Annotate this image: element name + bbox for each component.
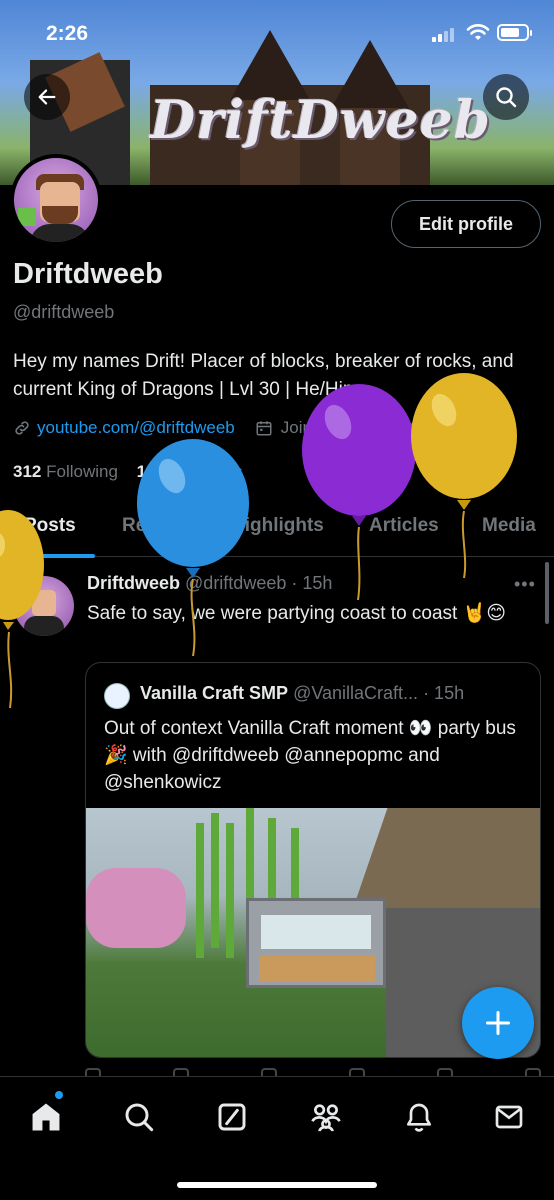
quoted-post-time: · 15h bbox=[423, 683, 465, 703]
image-bamboo bbox=[211, 813, 219, 948]
post-time: · 15h bbox=[291, 573, 333, 593]
plus-icon bbox=[485, 1010, 511, 1036]
post-avatar-body bbox=[24, 616, 64, 636]
search-button[interactable] bbox=[483, 74, 529, 120]
active-tab-indicator bbox=[0, 554, 95, 558]
tab-articles[interactable]: Articles bbox=[369, 515, 439, 537]
nav-home[interactable] bbox=[24, 1095, 68, 1139]
image-bamboo bbox=[226, 823, 234, 958]
calendar-icon bbox=[256, 421, 272, 436]
wifi-icon bbox=[466, 24, 490, 40]
like-icon[interactable] bbox=[261, 1068, 277, 1076]
arrow-left-icon bbox=[38, 89, 56, 105]
avatar-body bbox=[30, 224, 90, 242]
tab-highlights[interactable]: Highlights bbox=[231, 515, 324, 537]
quoted-author-avatar bbox=[104, 683, 130, 709]
back-button[interactable] bbox=[24, 74, 70, 120]
tab-posts[interactable]: Posts bbox=[24, 515, 76, 537]
bookmark-icon[interactable] bbox=[437, 1068, 453, 1076]
grok-icon bbox=[218, 1103, 246, 1131]
image-party-bus bbox=[246, 898, 386, 988]
profile-follow-counts: 312 Following 136 Followers bbox=[13, 462, 243, 482]
explore-icon bbox=[125, 1103, 154, 1132]
tab-replies[interactable]: Replies bbox=[122, 515, 190, 537]
notification-dot bbox=[55, 1091, 63, 1099]
following-label: Following bbox=[46, 462, 118, 481]
compose-button[interactable] bbox=[462, 987, 534, 1059]
tab-media[interactable]: Media bbox=[482, 515, 536, 537]
profile-link[interactable]: youtube.com/@driftdweeb bbox=[37, 418, 235, 438]
purple-balloon-icon bbox=[302, 384, 416, 601]
notifications-icon bbox=[407, 1103, 431, 1132]
nav-explore[interactable] bbox=[117, 1095, 161, 1139]
profile-joined: Joined January 2023 bbox=[280, 418, 439, 437]
following-link[interactable]: 312 Following bbox=[13, 462, 118, 481]
profile-tabs: Posts Replies Highlights Articles Media bbox=[0, 505, 554, 558]
link-icon bbox=[15, 421, 29, 435]
messages-icon bbox=[495, 1105, 523, 1129]
battery-icon bbox=[497, 24, 532, 41]
following-count: 312 bbox=[13, 462, 42, 481]
image-bamboo bbox=[196, 823, 204, 958]
search-icon bbox=[496, 87, 517, 108]
followers-link[interactable]: 136 Followers bbox=[137, 462, 243, 481]
avatar-beard bbox=[42, 206, 78, 224]
followers-label: Followers bbox=[169, 462, 243, 481]
scroll-indicator[interactable] bbox=[545, 562, 549, 624]
image-cherry-tree bbox=[86, 868, 186, 948]
nav-communities[interactable] bbox=[304, 1095, 348, 1139]
views-icon[interactable] bbox=[349, 1068, 365, 1076]
reply-icon[interactable] bbox=[85, 1068, 101, 1076]
status-time: 2:26 bbox=[46, 22, 89, 45]
nav-messages[interactable] bbox=[487, 1095, 531, 1139]
nav-grok[interactable] bbox=[210, 1095, 254, 1139]
profile-meta: youtube.com/@driftdweeb Joined January 2… bbox=[13, 418, 439, 438]
image-bus-window bbox=[261, 915, 371, 949]
repost-icon[interactable] bbox=[173, 1068, 189, 1076]
profile-handle: @driftdweeb bbox=[13, 302, 115, 322]
banner-logo: DriftDweeb bbox=[150, 90, 492, 151]
signal-icon bbox=[432, 26, 456, 42]
quoted-post-text: Out of context Vanilla Craft moment 👀 pa… bbox=[104, 718, 516, 793]
share-icon[interactable] bbox=[525, 1068, 541, 1076]
post-author-name[interactable]: Driftdweeb bbox=[87, 573, 180, 593]
post-avatar-face bbox=[32, 590, 56, 616]
profile-avatar[interactable] bbox=[10, 154, 102, 246]
post-author-avatar[interactable] bbox=[14, 576, 74, 636]
nav-notifications[interactable] bbox=[397, 1095, 441, 1139]
quoted-author-handle: @VanillaCraft... bbox=[293, 683, 419, 703]
image-bus-front bbox=[259, 956, 375, 982]
profile-bio: Hey my names Drift! Placer of blocks, br… bbox=[13, 351, 514, 400]
avatar-creeper bbox=[18, 208, 36, 226]
quoted-author-name: Vanilla Craft SMP bbox=[140, 683, 289, 703]
profile-display-name: Driftdweeb bbox=[13, 258, 163, 290]
edit-profile-button[interactable]: Edit profile bbox=[391, 200, 541, 248]
home-indicator bbox=[177, 1182, 377, 1188]
more-options-icon[interactable]: ••• bbox=[514, 574, 536, 595]
home-icon bbox=[32, 1103, 60, 1131]
post-header: Driftdweeb @driftdweeb · 15h bbox=[87, 573, 332, 594]
post-text: Safe to say, we were partying coast to c… bbox=[87, 603, 507, 624]
post-author-handle: @driftdweeb bbox=[185, 573, 287, 593]
followers-count: 136 bbox=[136, 462, 166, 481]
communities-icon bbox=[311, 1104, 341, 1132]
quoted-post-header: Vanilla Craft SMP @VanillaCraft... · 15h bbox=[140, 683, 464, 704]
status-bar: 2:26 bbox=[0, 0, 554, 60]
